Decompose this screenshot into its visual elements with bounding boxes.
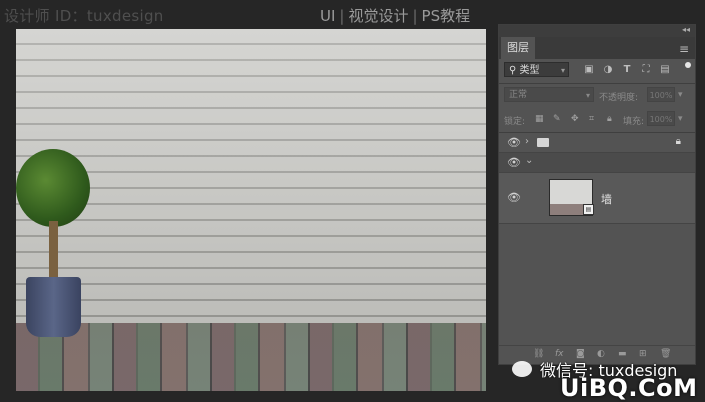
chevron-down-icon[interactable]: ▾ [678,114,683,124]
wood-floor-image [16,323,486,391]
fill-input[interactable]: 100% [647,111,675,126]
lock-paint-icon[interactable]: ✎ [553,114,561,124]
layer-group-1[interactable]: 👁︎ › 🔒︎ [499,133,695,153]
filter-kind-label: 类型 [519,65,540,76]
chevron-right-icon[interactable]: › [525,136,529,147]
fill-label: 填充: [623,117,645,127]
layer-group-2[interactable]: 👁︎ ⌄ [499,153,695,173]
plant-pot [26,277,81,337]
layers-panel: ◂◂ 图层 ≡ ⚲ 类型 ▾ ▣ ◑ T ⛶ ▤ 正常 ▾ 不透明度: 100%… [498,24,696,365]
panel-menu-icon[interactable]: ≡ [679,42,689,56]
smart-filter-icon[interactable]: ▤ [659,64,671,76]
image-filter-icon[interactable]: ▣ [583,64,595,76]
lock-all-icon[interactable]: 🔒︎ [607,114,612,124]
smart-object-icon: ▤ [583,204,594,215]
header-separator: | [412,7,418,25]
filter-toggle-icon[interactable] [685,62,691,68]
lock-label: 锁定: [504,117,526,127]
blend-mode-value: 正常 [509,90,528,100]
lock-icon: 🔒︎ [675,136,681,147]
collapse-panel-icon[interactable]: ◂◂ [682,25,690,34]
type-filter-icon[interactable]: T [621,64,633,76]
opacity-label: 不透明度: [599,93,639,103]
tab-layers[interactable]: 图层 [501,37,535,59]
chevron-down-icon[interactable]: ⌄ [525,155,533,166]
filter-kind-select[interactable]: ⚲ 类型 ▾ [504,62,569,77]
wechat-icon [512,361,532,377]
eye-visibility-icon[interactable]: 👁︎ [507,136,521,149]
panel-titlebar: ◂◂ [499,25,695,37]
layer-name[interactable]: 墙 [601,191,612,207]
eye-visibility-icon[interactable]: 👁︎ [507,156,521,169]
document-canvas[interactable] [16,29,486,391]
watermark-site: UiBQ.CoM [560,374,698,402]
layer-wall[interactable]: 👁︎ ▤ 墙 [499,173,695,224]
top-header-right: UI | 视觉设计 | PS教程 [320,5,470,26]
search-icon: ⚲ [509,65,517,76]
shape-filter-icon[interactable]: ⛶ [640,64,652,76]
plant-crown [16,149,90,227]
adjust-filter-icon[interactable]: ◑ [602,64,614,76]
lock-row: 锁定: ▦ ✎ ✥ ⌗ 🔒︎ 填充: 100% ▾ [499,108,695,132]
lock-transparent-icon[interactable]: ▦ [535,114,544,124]
chevron-down-icon[interactable]: ▾ [678,90,683,100]
lock-artboard-icon[interactable]: ⌗ [589,114,594,124]
filter-row: ⚲ 类型 ▾ ▣ ◑ T ⛶ ▤ [499,59,695,83]
header-separator: | [339,7,345,25]
panel-tabbar: 图层 ≡ [499,37,695,59]
opacity-input[interactable]: 100% [647,87,675,102]
lock-position-icon[interactable]: ✥ [571,114,579,124]
plant-trunk [49,221,58,285]
blend-mode-select[interactable]: 正常 ▾ [504,87,594,102]
header-ui: UI [320,7,336,25]
blend-row: 正常 ▾ 不透明度: 100% ▾ [499,84,695,108]
folder-icon [537,138,549,147]
chevron-down-icon: ▾ [560,66,565,75]
eye-visibility-icon[interactable]: 👁︎ [507,191,521,204]
chevron-down-icon: ▾ [585,91,590,100]
top-header-left: 设计师 ID：tuxdesign [4,7,164,25]
header-ps-tutorial: PS教程 [421,7,471,25]
header-visual-design: 视觉设计 [348,7,409,25]
